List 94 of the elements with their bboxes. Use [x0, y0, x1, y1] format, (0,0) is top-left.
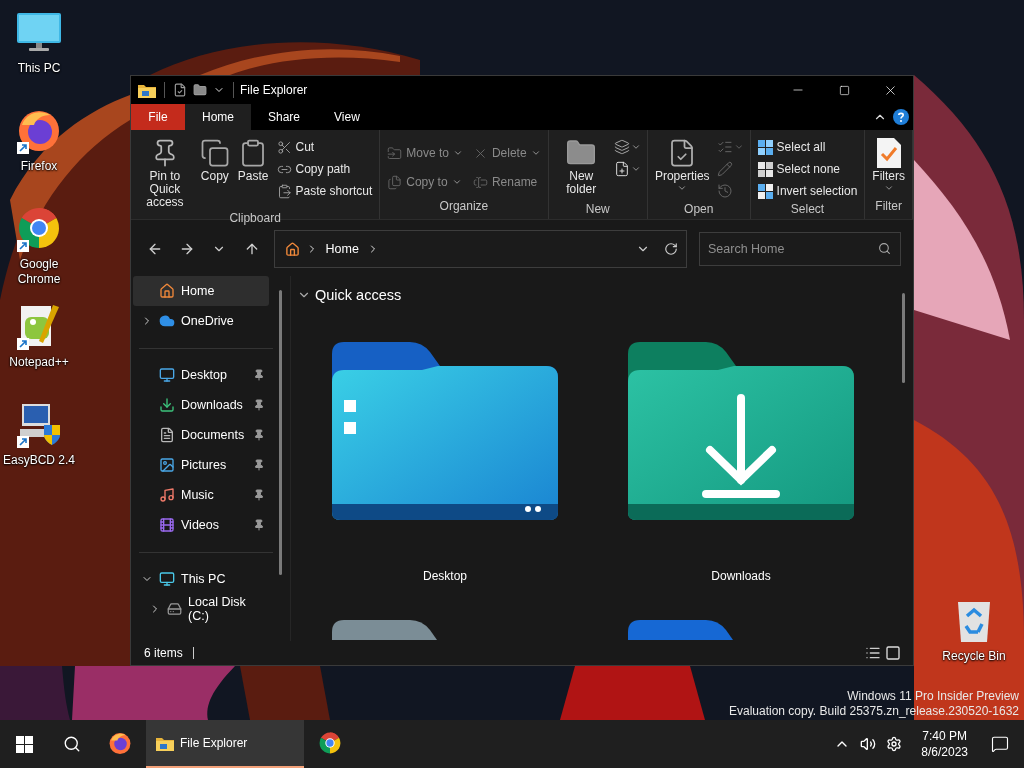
scrollbar[interactable] — [902, 293, 905, 383]
firefox-icon — [108, 731, 132, 755]
checked-document-icon — [875, 137, 902, 169]
history-icon — [716, 183, 733, 199]
speech-bubble-icon — [991, 735, 1009, 753]
group-label: New — [584, 202, 611, 218]
grid-icon — [757, 161, 773, 177]
search-field[interactable]: Search Home — [699, 232, 901, 266]
ribbon-button[interactable]: Copy path — [273, 158, 376, 180]
house-icon — [284, 241, 300, 257]
maximize-icon — [838, 84, 850, 96]
nav-item[interactable]: Downloads — [133, 390, 269, 420]
ribbon-button[interactable]: Select none — [754, 158, 861, 180]
folder-icon — [156, 735, 174, 751]
house-icon — [159, 283, 175, 299]
scrollbar[interactable] — [279, 290, 282, 575]
large-icons-view-button[interactable] — [885, 645, 901, 661]
grid-icon — [757, 139, 773, 155]
nav-item[interactable]: Home — [133, 276, 269, 306]
ribbon-button[interactable]: Cut — [273, 136, 376, 158]
film-icon — [159, 517, 175, 533]
folder-icon — [387, 145, 403, 161]
copy-icon — [199, 138, 230, 168]
music-note-icon — [159, 487, 175, 503]
ribbon-button[interactable]: Select all — [754, 136, 861, 158]
ribbon-button[interactable]: Paste — [234, 134, 272, 185]
new-file-icon — [613, 161, 630, 177]
clipboard-icon — [276, 183, 292, 199]
folder-label[interactable]: Desktop — [423, 569, 467, 583]
settings-icon — [886, 736, 903, 752]
section-header[interactable]: Quick access — [297, 276, 902, 306]
ribbon-tab[interactable]: File — [131, 104, 185, 130]
nav-item[interactable]: Local Disk (C:) — [133, 594, 269, 624]
details-view-button[interactable] — [865, 645, 881, 661]
checklist-icon — [716, 139, 733, 155]
image-icon — [159, 457, 175, 473]
files-icon — [387, 174, 403, 190]
help-icon[interactable] — [893, 109, 909, 125]
scissors-icon — [276, 139, 292, 155]
nav-item[interactable]: Documents — [133, 420, 269, 450]
pencil-icon — [716, 161, 733, 177]
grid-icon — [757, 183, 773, 199]
ribbon-button[interactable]: Properties — [651, 134, 713, 195]
group-label: Clipboard — [228, 211, 282, 225]
breadcrumb[interactable]: Home — [323, 242, 361, 256]
nav-item[interactable]: Pictures — [133, 450, 269, 480]
refresh-icon[interactable] — [664, 242, 678, 256]
address-bar[interactable]: Home — [273, 230, 687, 268]
window-title: File Explorer — [240, 83, 308, 97]
folder-icon — [332, 620, 437, 640]
ribbon-button[interactable]: Paste shortcut — [273, 180, 376, 202]
ribbon-button[interactable]: Copy — [196, 134, 233, 185]
search-icon — [63, 735, 81, 753]
download-icon — [159, 397, 175, 413]
nav-item[interactable]: Videos — [133, 510, 269, 540]
ribbon-tab[interactable]: Home — [185, 104, 251, 130]
document-icon — [159, 427, 175, 443]
ribbon-button[interactable]: New folder — [552, 134, 610, 198]
monitor-icon — [159, 367, 175, 383]
ribbon-tab[interactable]: View — [317, 104, 377, 130]
ribbon-tab[interactable]: Share — [251, 104, 318, 130]
square-icon — [885, 645, 901, 661]
nav-item[interactable]: This PC — [133, 564, 269, 594]
list-icon — [865, 645, 881, 661]
text-cursor-icon — [472, 174, 488, 190]
clock[interactable]: 7:40 PM 8/6/2023 — [913, 728, 976, 760]
cloud-icon — [159, 313, 175, 329]
windows-logo-icon — [15, 735, 33, 753]
properties-icon[interactable] — [173, 83, 187, 97]
taskbar-app[interactable]: File Explorer — [146, 720, 304, 768]
new-folder-icon[interactable] — [193, 83, 207, 97]
item-count: 6 items — [144, 646, 183, 660]
ribbon-button[interactable]: Pin to Quick access — [135, 134, 195, 211]
search-icon — [878, 242, 891, 255]
folder-icon — [138, 82, 156, 98]
nav-item[interactable]: OneDrive — [133, 306, 269, 336]
ribbon-button[interactable]: Filters — [869, 134, 908, 195]
volume-icon — [860, 736, 877, 752]
monitor-icon — [159, 571, 175, 587]
nav-item[interactable]: Desktop — [133, 360, 269, 390]
build-info-text: Windows 11 Pro Insider Preview — [847, 689, 1019, 704]
layers-icon — [613, 139, 630, 155]
folder-icon — [332, 342, 558, 520]
group-label: Filter — [874, 199, 903, 215]
nav-item[interactable]: Music — [133, 480, 269, 510]
group-label: Organize — [438, 199, 490, 215]
ribbon-button[interactable]: Invert selection — [754, 180, 861, 202]
chrome-icon — [318, 731, 342, 755]
folder-label[interactable]: Downloads — [711, 569, 771, 583]
group-label: Select — [789, 202, 826, 218]
group-label: Open — [683, 202, 715, 218]
folder-icon — [628, 342, 854, 520]
drive-icon — [167, 601, 183, 617]
folder-icon — [628, 620, 733, 640]
